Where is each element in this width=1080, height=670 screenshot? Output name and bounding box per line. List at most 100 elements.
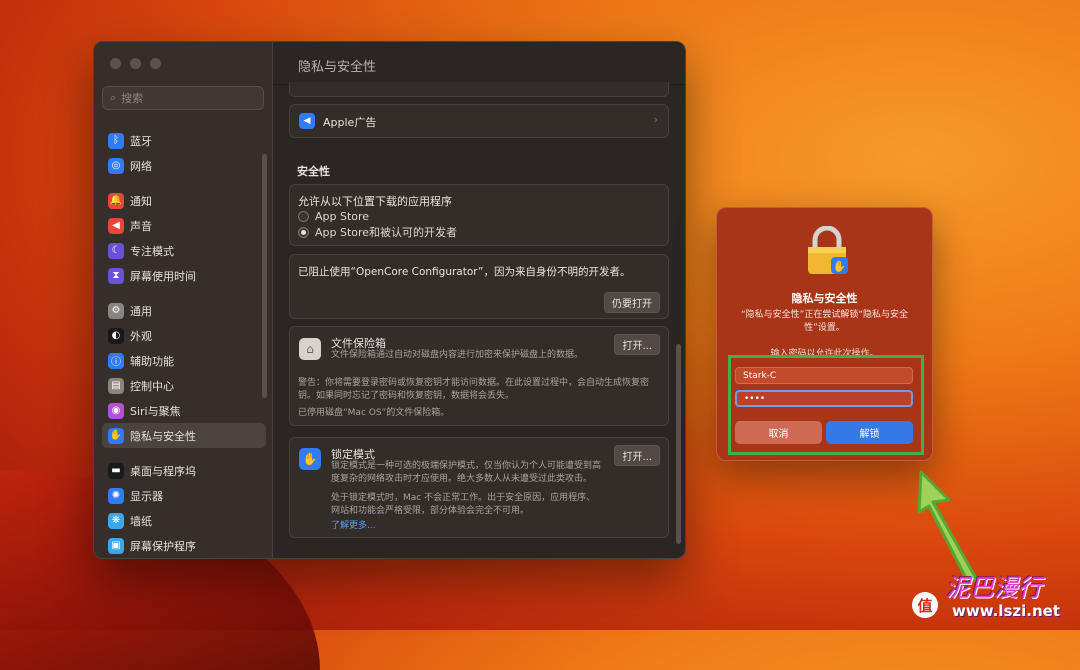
blocked-app-text: 已阻止使用“OpenCore Configurator”，因为来自身份不明的开发… — [298, 266, 631, 278]
minimize-button[interactable] — [130, 58, 141, 69]
sidebar-item-label: Siri与聚焦 — [130, 404, 181, 418]
sidebar-item[interactable]: ✋ 隐私与安全性 — [102, 423, 266, 448]
siri-icon: ◉ — [108, 402, 124, 419]
watermark: 值 泥巴漫行 www.lszi.net — [912, 540, 1077, 625]
sidebar: ⌕ 搜索 ᛒ 蓝牙 ◎ 网络 🔔 通知 ◀ 声音 ☾ 专注模式 ⧗ 屏幕使用时间 ⚙ 通用 ◐ 外观 ⓘ 辅助功能… — [94, 42, 273, 558]
control-center-icon: ▤ — [108, 377, 124, 394]
sidebar-item-label: 桌面与程序坞 — [130, 464, 196, 478]
main-pane: 隐私与安全性 ◀ Apple广告 › 安全性 允许从以下位置下载的应用程序 Ap… — [273, 42, 685, 558]
sidebar-item[interactable]: ⧗ 屏幕使用时间 — [102, 263, 266, 288]
sidebar-list: ᛒ 蓝牙 ◎ 网络 🔔 通知 ◀ 声音 ☾ 专注模式 ⧗ 屏幕使用时间 ⚙ 通用 ◐ 外观 ⓘ 辅助功能 ▤ 控制中心… — [102, 114, 266, 558]
sidebar-item-label: 网络 — [130, 159, 152, 173]
sidebar-item[interactable]: ✺ 显示器 — [102, 483, 266, 508]
page-title: 隐私与安全性 — [298, 60, 377, 75]
screensaver-icon: ▣ — [108, 537, 124, 554]
chevron-right-icon: › — [653, 113, 658, 126]
sidebar-item[interactable]: ❋ 墙纸 — [102, 508, 266, 533]
dialog-title: 隐私与安全性 — [791, 292, 858, 305]
radio-label: App Store和被认可的开发者 — [315, 226, 458, 239]
sidebar-item[interactable]: 🔔 通知 — [102, 188, 266, 213]
svg-text:✋: ✋ — [833, 260, 847, 273]
speaker-icon: ◀ — [108, 217, 124, 234]
sidebar-item-label: 墙纸 — [130, 514, 152, 528]
display-icon: ✺ — [108, 487, 124, 504]
zoom-button[interactable] — [150, 58, 161, 69]
sidebar-item[interactable]: ◎ 网络 — [102, 153, 266, 178]
watermark-url: www.lszi.net — [952, 602, 1060, 620]
search-icon: ⌕ — [110, 91, 117, 104]
globe-icon: ◎ — [108, 157, 124, 174]
allow-apps-label: 允许从以下位置下载的应用程序 — [298, 195, 452, 208]
radio-app-store-dev[interactable]: App Store和被认可的开发者 — [298, 224, 457, 240]
moon-icon: ☾ — [108, 242, 124, 259]
apple-ads-row[interactable]: ◀ Apple广告 › — [289, 104, 669, 138]
dock-icon: ▬ — [108, 462, 124, 479]
search-field[interactable]: ⌕ 搜索 — [102, 86, 264, 110]
megaphone-icon: ◀ — [299, 113, 315, 129]
sidebar-item[interactable]: ⚙ 通用 — [102, 298, 266, 323]
open-anyway-button[interactable]: 仍要打开 — [604, 292, 660, 313]
learn-more-link[interactable]: 了解更多... — [331, 518, 376, 531]
sidebar-item[interactable]: ◀ 声音 — [102, 213, 266, 238]
system-settings-window: ⌕ 搜索 ᛒ 蓝牙 ◎ 网络 🔔 通知 ◀ 声音 ☾ 专注模式 ⧗ 屏幕使用时间 ⚙ 通用 ◐ 外观 ⓘ 辅助功能… — [93, 41, 686, 559]
sidebar-item-label: 蓝牙 — [130, 134, 152, 148]
lockdown-open-button[interactable]: 打开... — [614, 445, 660, 466]
radio-label: App Store — [315, 209, 370, 223]
filevault-house-icon: ⌂ — [299, 338, 321, 360]
blocked-app-card: 已阻止使用“OpenCore Configurator”，因为来自身份不明的开发… — [289, 254, 669, 319]
sidebar-scrollbar[interactable] — [262, 154, 267, 398]
accessibility-icon: ⓘ — [108, 352, 124, 369]
radio-circle-selected — [298, 226, 309, 238]
sidebar-item-label: 显示器 — [130, 489, 163, 503]
highlight-box — [728, 355, 924, 455]
sidebar-item[interactable]: ▬ 桌面与程序坞 — [102, 458, 266, 483]
filevault-warning: 警告：你将需要登录密码或恢复密钥才能访问数据。在此设置过程中，会自动生成恢复密钥… — [298, 378, 650, 401]
filevault-open-button[interactable]: 打开... — [614, 334, 660, 355]
filevault-desc: 文件保险箱通过自动对磁盘内容进行加密来保护磁盘上的数据。 — [331, 350, 584, 360]
sidebar-item-label: 通知 — [130, 194, 152, 208]
lock-icon: ✋ — [808, 226, 848, 274]
sidebar-item-label: 屏幕使用时间 — [130, 269, 196, 283]
radio-app-store[interactable]: App Store — [298, 208, 369, 224]
filevault-disabled-status: 已停用磁盘“Mac OS”的文件保险箱。 — [298, 408, 450, 418]
search-placeholder: 搜索 — [121, 92, 144, 105]
sidebar-clipped-item — [102, 114, 266, 128]
filevault-card: ⌂ 文件保险箱 文件保险箱通过自动对磁盘内容进行加密来保护磁盘上的数据。 打开.… — [289, 326, 669, 426]
sidebar-item-label: 控制中心 — [130, 379, 174, 393]
sidebar-item-label: 屏幕保护程序 — [130, 539, 196, 553]
sidebar-item-label: 声音 — [130, 219, 152, 233]
lockdown-card: ✋ 锁定模式 打开... 锁定模式是一种可选的极端保护模式，仅当你认为个人可能遭… — [289, 437, 669, 538]
sidebar-item-label: 通用 — [130, 304, 152, 318]
watermark-script: 泥巴漫行 — [946, 574, 1042, 602]
bell-icon: 🔔 — [108, 192, 124, 209]
allow-apps-card: 允许从以下位置下载的应用程序 App Store App Store和被认可的开… — [289, 184, 669, 246]
radio-circle — [298, 210, 309, 222]
sidebar-item[interactable]: ☾ 专注模式 — [102, 238, 266, 263]
sidebar-item[interactable]: ⓘ 辅助功能 — [102, 348, 266, 373]
appearance-icon: ◐ — [108, 327, 124, 344]
sidebar-item[interactable]: ▣ 屏幕保护程序 — [102, 533, 266, 558]
wallpaper-icon: ❋ — [108, 512, 124, 529]
sidebar-item[interactable]: ᛒ 蓝牙 — [102, 128, 266, 153]
sidebar-item[interactable]: ◉ Siri与聚焦 — [102, 398, 266, 423]
sidebar-item-label: 辅助功能 — [130, 354, 174, 368]
sidebar-item-label: 外观 — [130, 329, 152, 343]
gear-icon: ⚙ — [108, 302, 124, 319]
lockdown-desc-2: 处于锁定模式时，Mac 不会正常工作。出于安全原因，应用程序、网站和功能会严格受… — [331, 493, 596, 516]
lockdown-desc: 锁定模式是一种可选的极端保护模式，仅当你认为个人可能遭受到高度复杂的网络攻击时才… — [331, 461, 602, 484]
hand-icon: ✋ — [108, 427, 124, 444]
hand-icon: ✋ — [299, 448, 321, 470]
dialog-description: “隐私与安全性”正在尝试解锁“隐私与安全性”设置。 — [741, 310, 908, 333]
main-scrollbar[interactable] — [676, 344, 681, 544]
apple-ads-label: Apple广告 — [323, 116, 377, 129]
sidebar-item[interactable]: ◐ 外观 — [102, 323, 266, 348]
bluetooth-icon: ᛒ — [108, 132, 124, 149]
security-heading: 安全性 — [297, 165, 330, 178]
window-controls — [110, 58, 161, 69]
sidebar-item-label: 专注模式 — [130, 244, 174, 258]
close-button[interactable] — [110, 58, 121, 69]
sidebar-item[interactable]: ▤ 控制中心 — [102, 373, 266, 398]
